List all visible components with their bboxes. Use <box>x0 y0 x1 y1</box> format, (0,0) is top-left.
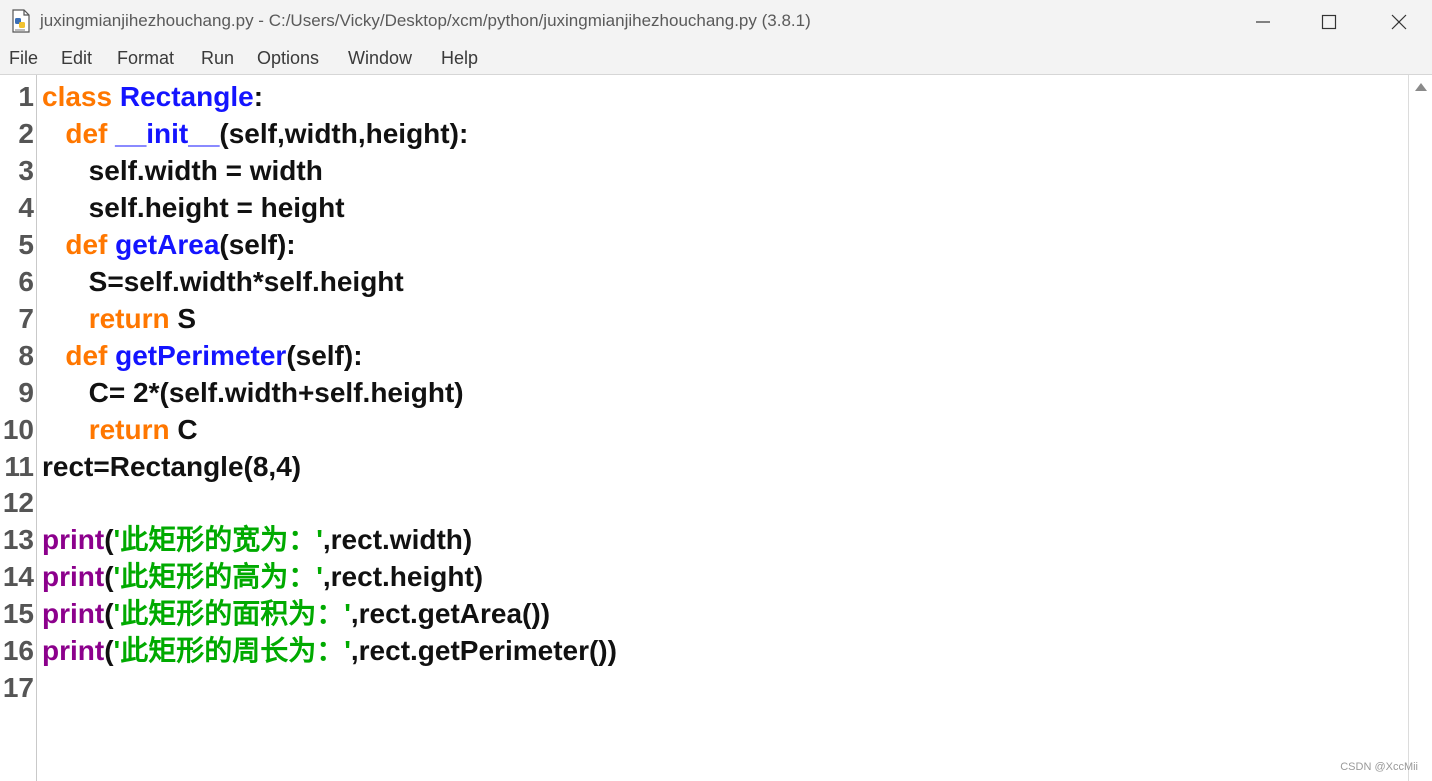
code-token: class <box>42 81 120 112</box>
line-number: 16 <box>2 635 34 666</box>
code-token: def <box>65 340 116 371</box>
code-line[interactable]: print('此矩形的周长为：',rect.getPerimeter()) <box>42 632 617 669</box>
line-number: 11 <box>4 451 34 482</box>
code-token: ( <box>104 524 114 555</box>
code-token: C= 2*(self.width+self.height) <box>42 377 464 408</box>
line-number: 13 <box>2 524 34 555</box>
code-token: def <box>65 118 116 149</box>
code-token: '此矩形的面积为：' <box>113 598 351 629</box>
line-number: 6 <box>18 266 34 297</box>
title-bar[interactable]: juxingmianjihezhouchang.py - C:/Users/Vi… <box>0 0 1432 44</box>
menu-help[interactable]: Help <box>441 48 478 69</box>
code-editor[interactable]: 1 2 3 4 5 6 7 8 9 10 11 12 13 14 15 16 17 class Rectangl… <box>0 75 1432 781</box>
minimize-icon <box>1256 21 1270 23</box>
minimize-button[interactable] <box>1228 0 1298 44</box>
code-token: : <box>253 81 264 112</box>
menu-edit[interactable]: Edit <box>61 48 92 69</box>
code-token: '此矩形的高为：' <box>113 561 323 592</box>
code-token: print <box>42 598 105 629</box>
menu-window[interactable]: Window <box>348 48 412 69</box>
menu-options[interactable]: Options <box>257 48 319 69</box>
vertical-scrollbar[interactable] <box>1408 75 1432 781</box>
line-number-gutter: 1 2 3 4 5 6 7 8 9 10 11 12 13 14 15 16 17 <box>0 75 37 781</box>
code-token: ,rect.getArea()) <box>350 598 551 629</box>
code-token: ,rect.height) <box>322 561 484 592</box>
maximize-button[interactable] <box>1294 0 1364 44</box>
code-token: (self,width,height): <box>219 118 469 149</box>
code-line[interactable]: S=self.width*self.height <box>42 263 404 300</box>
line-number: 3 <box>18 155 34 186</box>
code-token: self.width = width <box>42 155 323 186</box>
code-line[interactable]: C= 2*(self.width+self.height) <box>42 374 464 411</box>
code-line[interactable]: return C <box>42 411 198 448</box>
code-token: return <box>88 414 170 445</box>
line-number: 12 <box>2 487 34 518</box>
python-file-icon <box>10 9 32 33</box>
line-number: 8 <box>18 340 34 371</box>
code-line[interactable]: print('此矩形的宽为：',rect.width) <box>42 521 472 558</box>
code-line[interactable]: rect=Rectangle(8,4) <box>42 448 301 485</box>
code-token: S <box>169 303 197 334</box>
code-token: rect=Rectangle(8,4) <box>42 451 302 482</box>
code-token: Rectangle <box>119 81 254 112</box>
code-line[interactable]: self.height = height <box>42 189 345 226</box>
code-token: getArea <box>115 229 220 260</box>
line-number: 10 <box>2 414 34 445</box>
code-line[interactable]: print('此矩形的面积为：',rect.getArea()) <box>42 595 550 632</box>
code-line[interactable]: class Rectangle: <box>42 78 263 115</box>
code-token: print <box>42 561 105 592</box>
code-token: self.height = height <box>42 192 345 223</box>
code-line[interactable]: print('此矩形的高为：',rect.height) <box>42 558 483 595</box>
code-token: __init__ <box>115 118 220 149</box>
code-token: ( <box>104 598 114 629</box>
code-token: ,rect.width) <box>322 524 473 555</box>
code-token: ( <box>104 635 114 666</box>
line-number: 1 <box>18 81 34 112</box>
close-icon <box>1391 14 1407 30</box>
code-token: S=self.width*self.height <box>42 266 404 297</box>
menu-format[interactable]: Format <box>117 48 174 69</box>
window-title: juxingmianjihezhouchang.py - C:/Users/Vi… <box>40 11 811 30</box>
code-token: print <box>42 635 105 666</box>
code-token: getPerimeter <box>115 340 287 371</box>
line-number: 5 <box>18 229 34 260</box>
code-token: (self): <box>286 340 363 371</box>
code-line[interactable]: def __init__(self,width,height): <box>42 115 468 152</box>
menu-file[interactable]: File <box>9 48 38 69</box>
menu-run[interactable]: Run <box>201 48 234 69</box>
code-token: '此矩形的宽为：' <box>113 524 323 555</box>
line-number: 9 <box>18 377 34 408</box>
line-number: 2 <box>18 118 34 149</box>
code-token: def <box>65 229 116 260</box>
code-token: (self): <box>219 229 296 260</box>
maximize-icon <box>1321 14 1337 30</box>
code-token: C <box>169 414 198 445</box>
code-token: return <box>88 303 170 334</box>
code-line[interactable]: def getArea(self): <box>42 226 296 263</box>
close-button[interactable] <box>1364 0 1432 44</box>
code-line[interactable]: return S <box>42 300 196 337</box>
line-number: 7 <box>18 303 34 334</box>
code-token: ( <box>104 561 114 592</box>
code-token: ,rect.getPerimeter()) <box>350 635 617 666</box>
line-number: 14 <box>2 561 34 592</box>
menu-bar: File Edit Format Run Options Window Help <box>0 44 1432 75</box>
code-token: print <box>42 524 105 555</box>
idle-editor-window: juxingmianjihezhouchang.py - C:/Users/Vi… <box>0 0 1432 781</box>
line-number: 4 <box>18 192 34 223</box>
code-line[interactable]: def getPerimeter(self): <box>42 337 363 374</box>
code-token: '此矩形的周长为：' <box>113 635 351 666</box>
scroll-up-arrow-icon[interactable] <box>1415 83 1427 91</box>
line-number: 15 <box>2 598 34 629</box>
code-line[interactable]: self.width = width <box>42 152 323 189</box>
watermark: CSDN @XccMii <box>1340 761 1418 773</box>
line-number: 17 <box>2 672 34 703</box>
